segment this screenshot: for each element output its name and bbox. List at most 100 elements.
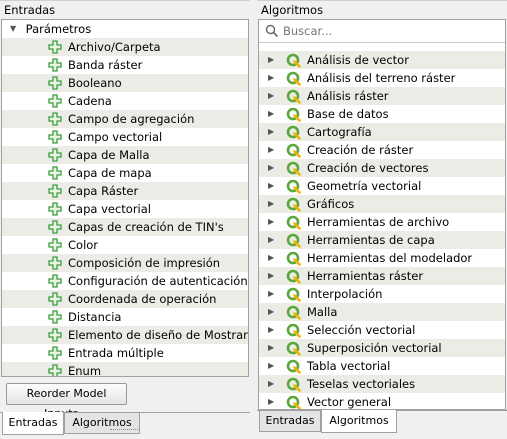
expand-arrow-icon[interactable]: ▶ (268, 303, 274, 321)
tab-entradas[interactable]: Entradas (2, 412, 64, 435)
algorithm-group-label: Creación de ráster (307, 143, 414, 157)
parameter-item[interactable]: Capa de mapa (2, 164, 248, 182)
parameter-item[interactable]: Composición de impresión (2, 254, 248, 272)
algorithm-group-label: Herramientas de archivo (307, 215, 450, 229)
inputs-tree[interactable]: ▼ Parámetros Archivo/Carpeta Banda ráster… (1, 19, 249, 377)
parameter-item[interactable]: Banda ráster (2, 56, 248, 74)
expand-arrow-icon[interactable]: ▶ (268, 141, 274, 159)
algorithm-group-item[interactable]: ▶ Cartografía (259, 123, 505, 141)
algorithm-group-item[interactable]: ▶ Malla (259, 303, 505, 321)
expand-arrow-icon[interactable]: ▶ (268, 213, 274, 231)
add-parameter-icon[interactable] (48, 238, 62, 252)
parameter-item[interactable]: Elemento de diseño de Mostrar ... (2, 326, 248, 344)
parameter-item[interactable]: Entrada múltiple (2, 344, 248, 362)
add-parameter-icon[interactable] (48, 202, 62, 216)
algorithm-group-item[interactable]: ▶ Tabla vectorial (259, 357, 505, 375)
expand-arrow-icon[interactable]: ▶ (268, 321, 274, 339)
algorithm-group-item[interactable]: ▶ Superposición vectorial (259, 339, 505, 357)
algorithm-group-label: Creación de vectores (307, 161, 429, 175)
add-parameter-icon[interactable] (48, 94, 62, 108)
expand-arrow-icon[interactable]: ▼ (10, 20, 22, 38)
algorithms-panel: Algoritmos ▶ Análisis de vector ▶ Análisis … (257, 0, 507, 439)
algorithm-group-item[interactable]: ▶ Teselas vectoriales (259, 375, 505, 393)
algorithm-group-item[interactable]: ▶ Geometría vectorial (259, 177, 505, 195)
parameter-item[interactable]: Configuración de autenticación (2, 272, 248, 290)
parameter-item[interactable]: Capas de creación de TIN's (2, 218, 248, 236)
parameter-item[interactable]: Capa Ráster (2, 182, 248, 200)
expand-arrow-icon[interactable]: ▶ (268, 195, 274, 213)
add-parameter-icon[interactable] (48, 346, 62, 360)
algorithm-group-label: Análisis de vector (307, 53, 409, 67)
add-parameter-icon[interactable] (48, 112, 62, 126)
search-input[interactable] (283, 22, 493, 40)
algorithm-group-item[interactable]: ▶ Análisis ráster (259, 87, 505, 105)
add-parameter-icon[interactable] (48, 292, 62, 306)
parameter-item[interactable]: Archivo/Carpeta (2, 38, 248, 56)
algorithm-group-item[interactable]: ▶ Creación de ráster (259, 141, 505, 159)
parameter-item[interactable]: Campo vectorial (2, 128, 248, 146)
add-parameter-icon[interactable] (48, 364, 62, 377)
add-parameter-icon[interactable] (48, 40, 62, 54)
parameter-label: Capa de Malla (68, 148, 150, 162)
resize-grip[interactable] (110, 429, 140, 432)
add-parameter-icon[interactable] (48, 184, 62, 198)
parameter-item[interactable]: Capa vectorial (2, 200, 248, 218)
algorithm-group-item[interactable]: ▶ Gráficos (259, 195, 505, 213)
expand-arrow-icon[interactable]: ▶ (268, 375, 274, 393)
expand-arrow-icon[interactable]: ▶ (268, 105, 274, 123)
algorithm-group-item[interactable]: ▶ Análisis del terreno ráster (259, 69, 505, 87)
panel-splitter[interactable] (250, 0, 257, 439)
expand-arrow-icon[interactable]: ▶ (268, 393, 274, 409)
add-parameter-icon[interactable] (48, 256, 62, 270)
parameter-item[interactable]: Enum (2, 362, 248, 377)
reorder-model-inputs-button[interactable]: Reorder Model Inputs... (6, 383, 127, 420)
expand-arrow-icon[interactable]: ▶ (268, 159, 274, 177)
qgis-provider-icon (286, 341, 301, 356)
expand-arrow-icon[interactable]: ▶ (268, 69, 274, 87)
algorithm-group-label: Malla (307, 305, 338, 319)
algorithm-group-item[interactable]: ▶ Creación de vectores (259, 159, 505, 177)
algorithm-group-item[interactable]: ▶ Herramientas del modelador (259, 249, 505, 267)
add-parameter-icon[interactable] (48, 76, 62, 90)
add-parameter-icon[interactable] (48, 130, 62, 144)
add-parameter-icon[interactable] (48, 220, 62, 234)
parameter-item[interactable]: Color (2, 236, 248, 254)
tree-root-parametros[interactable]: ▼ Parámetros (2, 20, 248, 38)
algorithm-group-item[interactable]: ▶ Herramientas de archivo (259, 213, 505, 231)
algorithm-group-item[interactable]: ▶ Herramientas de capa (259, 231, 505, 249)
expand-arrow-icon[interactable]: ▶ (268, 123, 274, 141)
search-icon (265, 24, 279, 38)
algorithm-group-item[interactable]: ▶ Análisis de vector (259, 51, 505, 69)
algorithm-group-item[interactable]: ▶ Interpolación (259, 285, 505, 303)
add-parameter-icon[interactable] (48, 274, 62, 288)
qgis-provider-icon (286, 143, 301, 158)
algorithm-group-item[interactable]: ▶ Vector general (259, 393, 505, 409)
algorithm-group-item[interactable]: ▶ Herramientas ráster (259, 267, 505, 285)
expand-arrow-icon[interactable]: ▶ (268, 249, 274, 267)
add-parameter-icon[interactable] (48, 58, 62, 72)
tab-algoritmos[interactable]: Algoritmos (321, 410, 397, 433)
add-parameter-icon[interactable] (48, 328, 62, 342)
add-parameter-icon[interactable] (48, 148, 62, 162)
expand-arrow-icon[interactable]: ▶ (268, 357, 274, 375)
expand-arrow-icon[interactable]: ▶ (268, 267, 274, 285)
expand-arrow-icon[interactable]: ▶ (268, 231, 274, 249)
parameter-item[interactable]: Capa de Malla (2, 146, 248, 164)
expand-arrow-icon[interactable]: ▶ (268, 285, 274, 303)
qgis-provider-icon (286, 251, 301, 266)
parameter-item[interactable]: Booleano (2, 74, 248, 92)
parameter-item[interactable]: Coordenada de operación (2, 290, 248, 308)
parameter-item[interactable]: Distancia (2, 308, 248, 326)
expand-arrow-icon[interactable]: ▶ (268, 51, 274, 69)
expand-arrow-icon[interactable]: ▶ (268, 339, 274, 357)
tab-entradas[interactable]: Entradas (259, 411, 321, 432)
add-parameter-icon[interactable] (48, 310, 62, 324)
algorithms-tree[interactable]: ▶ Análisis de vector ▶ Análisis del terreno… (258, 19, 506, 410)
expand-arrow-icon[interactable]: ▶ (268, 87, 274, 105)
parameter-item[interactable]: Cadena (2, 92, 248, 110)
parameter-item[interactable]: Campo de agregación (2, 110, 248, 128)
algorithm-group-item[interactable]: ▶ Selección vectorial (259, 321, 505, 339)
algorithm-group-item[interactable]: ▶ Base de datos (259, 105, 505, 123)
add-parameter-icon[interactable] (48, 166, 62, 180)
expand-arrow-icon[interactable]: ▶ (268, 177, 274, 195)
